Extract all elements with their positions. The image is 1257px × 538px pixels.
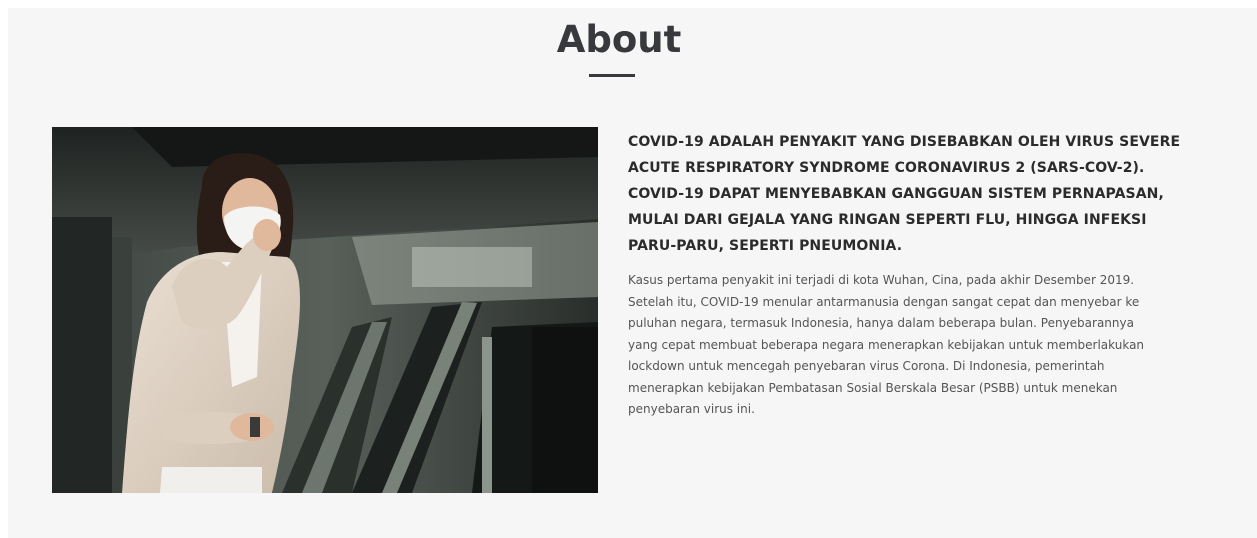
woman-coughing-with-mask-photo: [52, 127, 598, 493]
title-underline: [589, 74, 635, 77]
about-body-text: Kasus pertama penyakit ini terjadi di ko…: [628, 273, 1145, 416]
about-heading: COVID-19 ADALAH PENYAKIT YANG DISEBABKAN…: [628, 134, 1181, 254]
about-section: About COVID-19 ADALAH PENYAKIT YANG DISE…: [8, 8, 1257, 538]
section-title: About: [556, 18, 682, 61]
